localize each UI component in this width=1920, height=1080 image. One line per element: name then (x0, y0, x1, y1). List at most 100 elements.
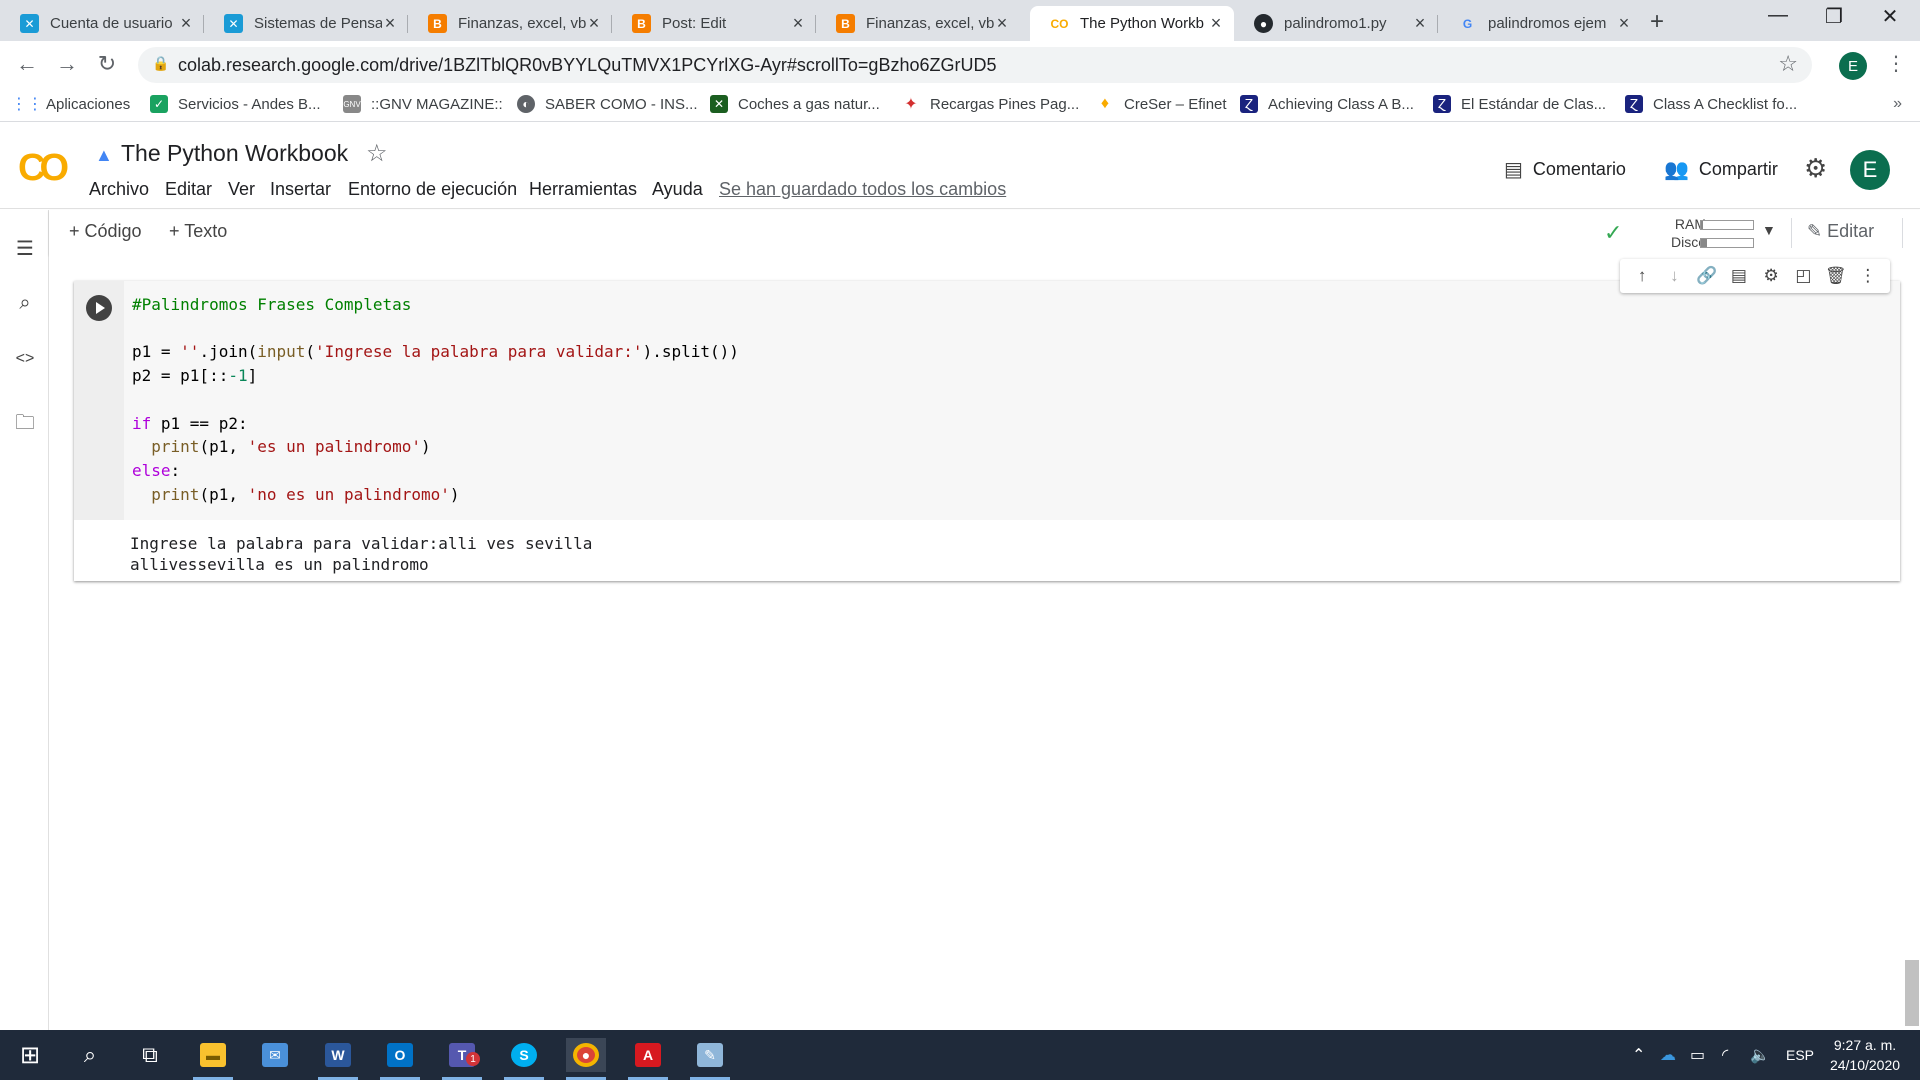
menu-ver[interactable]: Ver (228, 179, 255, 200)
close-icon[interactable]: × (382, 13, 398, 34)
link-icon[interactable]: 🔗 (1696, 266, 1718, 286)
bookmark-servicios-andes[interactable]: ✓ Servicios - Andes B... (150, 95, 321, 113)
code-editor[interactable]: #Palindromos Frases Completas p1 = ''.jo… (124, 281, 1900, 520)
back-button[interactable]: ← (12, 51, 42, 77)
word-icon[interactable]: W (318, 1038, 358, 1080)
settings-gear-icon[interactable]: ⚙ (1804, 153, 1827, 184)
close-icon[interactable]: × (1616, 13, 1632, 34)
close-icon[interactable]: × (586, 13, 602, 34)
run-cell-button[interactable] (86, 295, 112, 321)
delete-icon[interactable]: 🗑 (1825, 266, 1847, 286)
bookmark-coches-gas[interactable]: ✕ Coches a gas natur... (710, 95, 880, 113)
chevron-up-icon[interactable]: ⌃ (1632, 1045, 1645, 1065)
notebook-title[interactable]: The Python Workbook (121, 140, 348, 167)
save-status-link[interactable]: Se han guardado todos los cambios (719, 179, 1006, 200)
skype-icon[interactable]: S (504, 1038, 544, 1080)
tab-python-workbook[interactable]: CO The Python Workb × (1030, 6, 1234, 41)
maximize-button[interactable]: ❐ (1806, 4, 1862, 29)
bookmark-star-icon[interactable]: ☆ (1778, 51, 1798, 77)
table-of-contents-icon[interactable]: ☰ (14, 236, 36, 261)
move-down-icon[interactable]: ↓ (1663, 266, 1685, 286)
browser-profile-avatar[interactable]: E (1839, 52, 1867, 80)
onedrive-icon[interactable]: ☁ (1660, 1045, 1676, 1065)
menu-archivo[interactable]: Archivo (89, 179, 149, 200)
account-avatar[interactable]: E (1850, 150, 1890, 190)
lock-icon[interactable]: 🔒 (152, 55, 169, 72)
paint-icon[interactable]: ✎ (690, 1038, 730, 1080)
minimize-button[interactable]: — (1750, 4, 1806, 27)
bookmark-recargas-pines[interactable]: ✦ Recargas Pines Pag... (902, 95, 1079, 114)
colab-logo[interactable]: CO (18, 147, 69, 190)
acrobat-icon[interactable]: A (628, 1038, 668, 1080)
menu-entorno-ejecucion[interactable]: Entorno de ejecución (348, 179, 517, 200)
wifi-icon[interactable]: ◜ (1722, 1045, 1728, 1065)
mail-icon[interactable]: ✉ (255, 1038, 295, 1072)
bookmark-estandar-clase[interactable]: Ɀ El Estándar de Clas... (1433, 95, 1606, 113)
tab-title: Sistemas de Pensa (254, 15, 382, 32)
close-icon[interactable]: × (790, 13, 806, 34)
bookmark-label: Coches a gas natur... (738, 95, 880, 113)
tab-finanzas-1[interactable]: B Finanzas, excel, vb × (408, 6, 612, 41)
tab-palindromo1[interactable]: ● palindromo1.py × (1234, 6, 1438, 41)
menu-insertar[interactable]: Insertar (270, 179, 331, 200)
resources-indicator[interactable]: ✓ RAM Disco ▼ (1592, 214, 1782, 252)
address-bar[interactable]: 🔒 colab.research.google.com/drive/1BZlTb… (138, 47, 1812, 83)
close-icon[interactable]: × (994, 13, 1010, 34)
edit-mode-button[interactable]: ✎ Editar (1807, 221, 1874, 242)
battery-icon[interactable]: ▭ (1690, 1045, 1705, 1065)
tab-post-edit[interactable]: B Post: Edit × (612, 6, 816, 41)
bookmark-creser[interactable]: ♦ CreSer – Efinet (1096, 95, 1227, 113)
search-icon[interactable]: ⌕ (70, 1038, 110, 1072)
tab-sistemas-pensamiento[interactable]: ✕ Sistemas de Pensa × (204, 6, 408, 41)
forward-button[interactable]: → (52, 51, 82, 77)
tab-palindromos-ejemplos[interactable]: G palindromos ejem × (1438, 6, 1642, 41)
chrome-icon[interactable]: ● (566, 1038, 606, 1080)
outlook-icon[interactable]: O (380, 1038, 420, 1080)
bookmark-achieving-class[interactable]: Ɀ Achieving Class A B... (1240, 95, 1414, 113)
windows-start-icon[interactable]: ⊞ (10, 1038, 50, 1072)
reload-button[interactable]: ↻ (92, 51, 122, 77)
menu-ayuda[interactable]: Ayuda (652, 179, 703, 200)
scrollbar-thumb[interactable] (1905, 960, 1919, 1026)
close-icon[interactable]: × (1208, 13, 1224, 34)
menu-editar[interactable]: Editar (165, 179, 212, 200)
add-code-button[interactable]: + Código (69, 221, 142, 242)
toolbar-divider (1902, 218, 1903, 248)
chevron-down-icon[interactable]: ▼ (1762, 222, 1776, 238)
search-icon[interactable]: ⌕ (14, 292, 36, 315)
teams-icon[interactable]: T1 (442, 1038, 482, 1080)
share-button[interactable]: 👥 Compartir (1664, 157, 1778, 182)
google-drive-icon[interactable]: ▲ (95, 145, 113, 166)
comment-button[interactable]: ▤ Comentario (1504, 157, 1626, 182)
comment-icon[interactable]: ▤ (1728, 266, 1750, 286)
file-explorer-icon[interactable]: ▬ (193, 1038, 233, 1080)
browser-menu-icon[interactable]: ⋮ (1886, 51, 1906, 76)
star-notebook-icon[interactable]: ☆ (366, 139, 388, 168)
bookmark-saber-como[interactable]: ◐ SABER COMO - INS... (517, 95, 698, 113)
volume-icon[interactable]: 🔈 (1750, 1045, 1770, 1065)
code-lines[interactable]: #Palindromos Frases Completas p1 = ''.jo… (132, 293, 739, 506)
input-language[interactable]: ESP (1786, 1047, 1814, 1063)
close-icon[interactable]: × (178, 13, 194, 34)
close-icon[interactable]: × (1412, 13, 1428, 34)
system-clock[interactable]: 9:27 a. m. 24/10/2020 (1820, 1035, 1910, 1075)
move-up-icon[interactable]: ↑ (1631, 266, 1653, 286)
task-view-icon[interactable]: ⧉ (130, 1038, 170, 1072)
tab-finanzas-2[interactable]: B Finanzas, excel, vb × (816, 6, 1020, 41)
menu-herramientas[interactable]: Herramientas (529, 179, 637, 200)
bookmarks-overflow-button[interactable]: » (1893, 95, 1902, 113)
tab-cuenta-usuario[interactable]: ✕ Cuenta de usuario × (0, 6, 204, 41)
bookmark-class-a-checklist[interactable]: Ɀ Class A Checklist fo... (1625, 95, 1797, 113)
new-tab-button[interactable]: + (1650, 8, 1664, 36)
bookmark-gnv-magazine[interactable]: GNV ::GNV MAGAZINE:: (343, 95, 503, 113)
folder-icon[interactable]: 🗀 (14, 408, 36, 442)
more-options-icon[interactable]: ⋮ (1857, 266, 1879, 286)
bookmark-apps[interactable]: ⋮⋮ Aplicaciones (11, 95, 130, 114)
mirror-cell-icon[interactable]: ◰ (1792, 266, 1814, 286)
url-text[interactable]: colab.research.google.com/drive/1BZlTblQ… (178, 55, 996, 76)
settings-gear-icon[interactable]: ⚙ (1760, 266, 1782, 286)
code-cell[interactable]: #Palindromos Frases Completas p1 = ''.jo… (74, 281, 1900, 581)
code-snippets-icon[interactable]: <> (14, 350, 36, 368)
window-close-button[interactable]: ✕ (1862, 4, 1918, 29)
add-text-button[interactable]: + Texto (169, 221, 227, 242)
